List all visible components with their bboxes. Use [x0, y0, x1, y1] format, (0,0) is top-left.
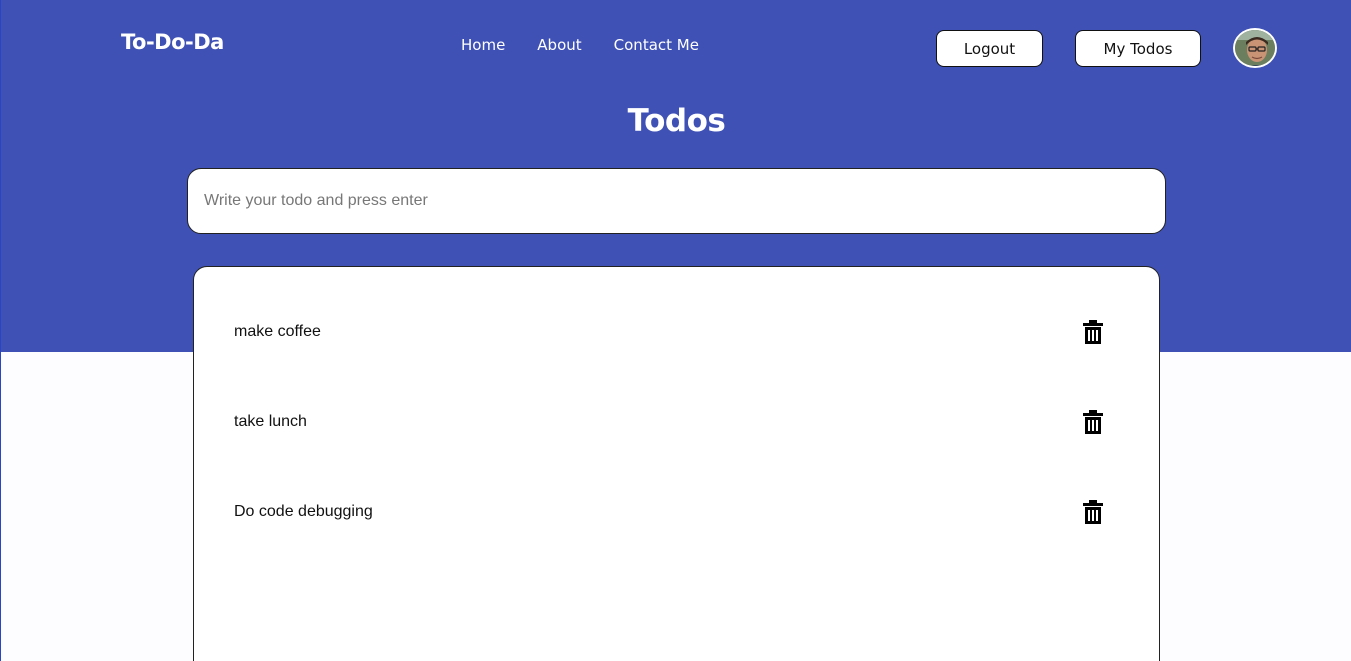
trash-icon[interactable] — [1082, 410, 1104, 434]
nav-about[interactable]: About — [537, 36, 581, 54]
trash-icon[interactable] — [1082, 500, 1104, 524]
trash-icon[interactable] — [1082, 320, 1104, 344]
todo-item: make coffee — [234, 312, 1104, 352]
brand-logo[interactable]: To-Do-Da — [121, 30, 224, 54]
page: To-Do-Da Home About Contact Me Logout My… — [0, 0, 1351, 661]
main-nav: Home About Contact Me — [461, 36, 699, 54]
todo-item: Do code debugging — [234, 492, 1104, 532]
todo-text: take lunch — [234, 413, 307, 430]
todo-item: take lunch — [234, 402, 1104, 442]
nav-contact-me[interactable]: Contact Me — [614, 36, 699, 54]
page-title: Todos — [627, 103, 726, 139]
avatar[interactable] — [1233, 28, 1277, 68]
my-todos-button[interactable]: My Todos — [1075, 30, 1201, 67]
todo-text: make coffee — [234, 323, 321, 340]
todo-list: make coffee take lunch Do code debugging — [193, 266, 1160, 661]
todo-text: Do code debugging — [234, 503, 373, 520]
logout-button[interactable]: Logout — [936, 30, 1043, 67]
nav-home[interactable]: Home — [461, 36, 505, 54]
todo-input[interactable] — [187, 168, 1166, 234]
